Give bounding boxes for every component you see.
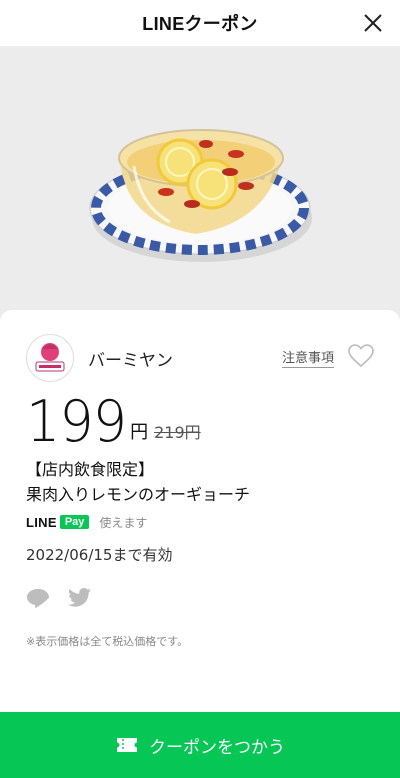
ticket-icon xyxy=(117,738,137,752)
share-row xyxy=(26,588,92,608)
dessert-image xyxy=(89,129,312,262)
header-title: LINEクーポン xyxy=(142,14,258,34)
original-price: 219円 xyxy=(154,423,201,442)
close-icon[interactable] xyxy=(362,12,384,34)
line-share-icon[interactable] xyxy=(26,588,50,608)
heart-icon[interactable] xyxy=(348,344,374,368)
notes-link[interactable]: 注意事項 xyxy=(281,347,334,368)
bamiyan-logo-icon xyxy=(35,343,65,372)
expiry-date: 2022/06/15まで有効 xyxy=(26,546,173,564)
brand-logo[interactable] xyxy=(26,334,74,382)
coupon-tag: 【店内飲食限定】 xyxy=(26,460,155,479)
price-row: 199 円 219円 xyxy=(26,388,201,456)
hero-image xyxy=(0,46,400,346)
coupon-price: 199 xyxy=(26,388,127,455)
use-coupon-label: クーポンをつかう xyxy=(149,737,285,758)
pay-usable-text: 使えます xyxy=(99,515,148,530)
price-unit: 円 xyxy=(130,422,149,443)
line-pay-badge: Pay xyxy=(59,515,90,529)
coupon-title: 果肉入りレモンのオーギョーチ xyxy=(26,485,251,504)
app-header: LINEクーポン xyxy=(0,0,400,46)
use-coupon-button[interactable]: クーポンをつかう xyxy=(0,712,400,778)
line-pay-row: LINE Pay 使えます xyxy=(26,513,147,531)
brand-row: バーミヤン 注意事項 xyxy=(26,334,374,382)
twitter-share-icon[interactable] xyxy=(68,588,92,608)
tax-note: ※表示価格は全て税込価格です。 xyxy=(26,635,189,648)
brand-name[interactable]: バーミヤン xyxy=(88,346,173,371)
line-pay-logo-text: LINE xyxy=(26,514,57,530)
coupon-card: バーミヤン 注意事項 199 円 219円 【店内飲食限定】 果肉入りレモンのオーギ… xyxy=(0,310,400,720)
